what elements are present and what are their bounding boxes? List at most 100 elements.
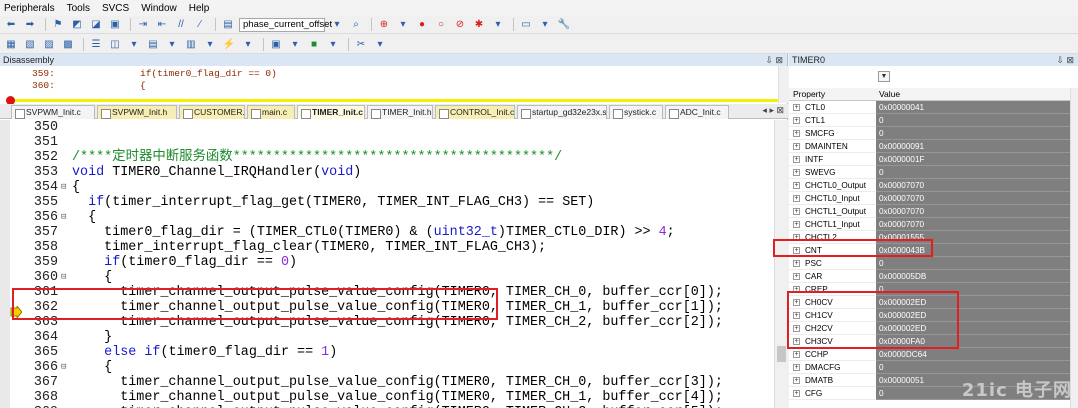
register-row-psc[interactable]: + PSC 0 — [789, 257, 1070, 270]
code-editor[interactable]: 350 351 352 /****定时器中断服务函数*****************… — [0, 120, 788, 408]
memory-window-icon[interactable]: ▤ — [145, 37, 161, 51]
expand-icon[interactable]: + — [793, 182, 800, 189]
find-icon[interactable]: ⌕ — [348, 18, 364, 32]
register-value[interactable]: 0x00007070 — [876, 205, 1070, 218]
tab-timer-init-c[interactable]: TIMER_Init.c — [297, 105, 365, 119]
expand-icon[interactable]: + — [793, 143, 800, 150]
register-value[interactable]: 0x000005DB — [876, 270, 1070, 283]
register-row-car[interactable]: + CAR 0x000005DB — [789, 270, 1070, 283]
code-line[interactable]: 353 void TIMER0_Channel_IRQHandler(void) — [0, 165, 770, 180]
comment-icon[interactable]: // — [173, 18, 189, 32]
system-viewer-dropdown-icon[interactable]: ▾ — [325, 37, 341, 51]
uncomment-icon[interactable]: ⁄ — [192, 18, 208, 32]
register-value[interactable]: 0 — [876, 166, 1070, 179]
forward-icon[interactable]: ➡ — [22, 18, 38, 32]
register-value[interactable]: 0x00000091 — [876, 140, 1070, 153]
register-row-chctl0-output[interactable]: + CHCTL0_Output 0x00007070 — [789, 179, 1070, 192]
tab-systick-c[interactable]: systick.c — [609, 105, 663, 119]
system-viewer-icon[interactable]: ■ — [306, 37, 322, 51]
expand-icon[interactable]: + — [793, 377, 800, 384]
configure-icon[interactable]: 🔧 — [556, 18, 572, 32]
register-value[interactable]: 0 — [876, 127, 1070, 140]
analysis-dropdown-icon[interactable]: ▾ — [240, 37, 256, 51]
fold-toggle-icon[interactable]: ⊟ — [61, 210, 70, 225]
fold-toggle-icon[interactable]: ⊟ — [61, 270, 70, 285]
trace-window-icon[interactable]: ▣ — [268, 37, 284, 51]
register-row-intf[interactable]: + INTF 0x0000001F — [789, 153, 1070, 166]
menu-svcs[interactable]: SVCS — [102, 3, 129, 14]
tab-control-init-c[interactable]: CONTROL_Init.c — [435, 105, 515, 119]
next-bookmark-icon[interactable]: ◪ — [88, 18, 104, 32]
register-value[interactable]: 0 — [876, 257, 1070, 270]
disassembly-scrollbar[interactable] — [778, 66, 788, 103]
analysis-window-icon[interactable]: ⚡ — [221, 37, 237, 51]
code-line[interactable]: 350 — [0, 120, 770, 135]
tab-bar-controls-icon[interactable]: ◂ ▸ ⊠ — [762, 105, 784, 116]
kill-breakpoints-icon[interactable]: ✱ — [471, 18, 487, 32]
find-in-files-icon[interactable]: ▤ — [220, 18, 236, 32]
expand-icon[interactable]: + — [793, 195, 800, 202]
expand-icon[interactable]: + — [793, 130, 800, 137]
register-row-dmacfg[interactable]: + DMACFG 0 — [789, 361, 1070, 374]
code-line[interactable]: 358 timer_interrupt_flag_clear(TIMER0, T… — [0, 240, 770, 255]
code-line[interactable]: 364 } — [0, 330, 770, 345]
editor-scroll-thumb[interactable] — [777, 346, 786, 362]
peripheral-scrollbar[interactable] — [1070, 88, 1078, 408]
register-value[interactable]: 0x00007070 — [876, 179, 1070, 192]
editor-scrollbar[interactable] — [774, 120, 788, 408]
indent-icon[interactable]: ⇥ — [135, 18, 151, 32]
expand-icon[interactable]: + — [793, 390, 800, 397]
serial-dropdown-icon[interactable]: ▾ — [202, 37, 218, 51]
watch-window-icon[interactable]: ◫ — [107, 37, 123, 51]
debug-session-icon[interactable]: ⊕ — [376, 18, 392, 32]
register-row-chctl1-output[interactable]: + CHCTL1_Output 0x00007070 — [789, 205, 1070, 218]
toolbox-icon[interactable]: ✂ — [353, 37, 369, 51]
register-value[interactable]: 0x0000001F — [876, 153, 1070, 166]
debug-dropdown-icon[interactable]: ▾ — [395, 18, 411, 32]
window-layout-icon[interactable]: ▭ — [518, 18, 534, 32]
watch-dropdown-icon[interactable]: ▾ — [126, 37, 142, 51]
disassembly-pin-close-icon[interactable]: ⇩ ⊠ — [765, 54, 783, 66]
back-icon[interactable]: ⬅ — [3, 18, 19, 32]
disable-all-breakpoints-icon[interactable]: ⊘ — [452, 18, 468, 32]
expand-icon[interactable]: + — [793, 156, 800, 163]
tab-adc-init-c[interactable]: ADC_Init.c — [665, 105, 729, 119]
code-line[interactable]: 367 timer_channel_output_pulse_value_con… — [0, 375, 770, 390]
expand-icon[interactable]: + — [793, 117, 800, 124]
layout-dropdown-icon[interactable]: ▾ — [537, 18, 553, 32]
disable-breakpoint-icon[interactable]: ○ — [433, 18, 449, 32]
tab-customer-h[interactable]: CUSTOMER.h — [179, 105, 245, 119]
register-row-chctl1-input[interactable]: + CHCTL1_Input 0x00007070 — [789, 218, 1070, 231]
tab-main-c[interactable]: main.c — [247, 105, 295, 119]
clear-bookmarks-icon[interactable]: ▣ — [107, 18, 123, 32]
command-window-icon[interactable]: ▦ — [3, 37, 19, 51]
register-row-ctl1[interactable]: + CTL1 0 — [789, 114, 1070, 127]
tab-svpwm-init-c[interactable]: SVPWM_Init.c — [11, 105, 95, 119]
combo-dropdown-icon[interactable]: ▾ — [329, 18, 345, 32]
register-value[interactable]: 0x00007070 — [876, 218, 1070, 231]
code-line[interactable]: 356 ⊟ { — [0, 210, 770, 225]
expand-icon[interactable]: + — [793, 208, 800, 215]
breakpoint-icon[interactable]: ● — [414, 18, 430, 32]
find-combo[interactable]: phase_current_offset — [239, 17, 332, 32]
disassembly-window-icon[interactable]: ▧ — [22, 37, 38, 51]
register-value[interactable]: 0x00007070 — [876, 192, 1070, 205]
trace-dropdown-icon[interactable]: ▾ — [287, 37, 303, 51]
tab-startup-gd32e23x-s[interactable]: startup_gd32e23x.s — [517, 105, 607, 119]
register-value[interactable]: 0x00000041 — [876, 101, 1070, 114]
code-line[interactable]: 359 if(timer0_flag_dir == 0) — [0, 255, 770, 270]
expand-icon[interactable]: + — [793, 221, 800, 228]
expand-icon[interactable]: + — [793, 364, 800, 371]
fold-toggle-icon[interactable]: ⊟ — [61, 180, 70, 195]
register-row-swevg[interactable]: + SWEVG 0 — [789, 166, 1070, 179]
call-stack-icon[interactable]: ☰ — [88, 37, 104, 51]
kill-dropdown-icon[interactable]: ▾ — [490, 18, 506, 32]
code-line[interactable]: 360 ⊟ { — [0, 270, 770, 285]
register-value[interactable]: 0 — [876, 361, 1070, 374]
register-row-ctl0[interactable]: + CTL0 0x00000041 — [789, 101, 1070, 114]
register-row-chctl0-input[interactable]: + CHCTL0_Input 0x00007070 — [789, 192, 1070, 205]
code-line[interactable]: 355 if(timer_interrupt_flag_get(TIMER0, … — [0, 195, 770, 210]
symbols-window-icon[interactable]: ▨ — [41, 37, 57, 51]
expand-icon[interactable]: + — [793, 351, 800, 358]
expand-icon[interactable]: + — [793, 273, 800, 280]
